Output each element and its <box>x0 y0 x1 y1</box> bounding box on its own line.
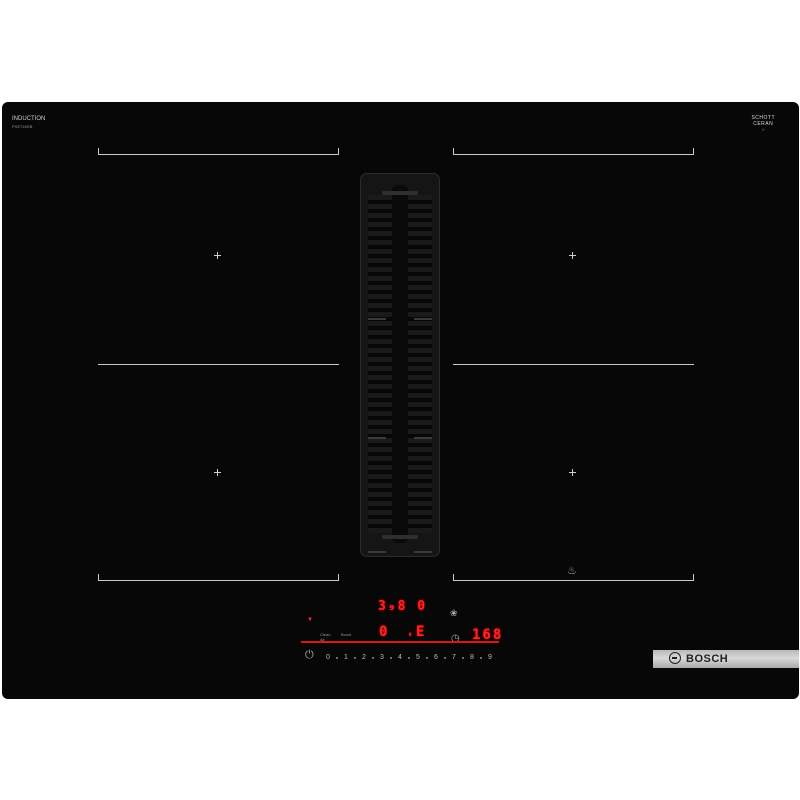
zone-right-top-tick-l <box>453 148 454 155</box>
scale-dot <box>426 657 428 659</box>
scale-dot <box>354 657 356 659</box>
indicator-triangle-icon: ▼ <box>307 617 313 623</box>
zone-right-bottom-tick-l <box>453 574 454 581</box>
brand-plate: BOSCH <box>653 650 799 668</box>
bosch-logo-icon <box>669 652 681 664</box>
zone-left-divider <box>98 364 339 365</box>
brand-name: BOSCH <box>686 653 729 665</box>
scale-dot <box>372 657 374 659</box>
cooktop-glass: INDUCTION PXE71KEB SCHOTT CERAN ® ♨ 3₉8 … <box>2 102 799 699</box>
power-level-4[interactable]: 4 <box>395 654 405 661</box>
vent-cap-bottom <box>382 535 418 539</box>
zone-left-top-tick-r <box>338 148 339 155</box>
vent-rail <box>414 437 432 439</box>
left-level-display: 0 <box>379 624 390 640</box>
model-text: PXE71KEB <box>12 124 33 129</box>
zone-left-bottom-tick-r <box>338 574 339 581</box>
scale-dot <box>408 657 410 659</box>
center-level-display: E <box>416 624 427 640</box>
zone-left-bottom-tick-l <box>98 574 99 581</box>
power-level-6[interactable]: 6 <box>431 654 441 661</box>
power-sub-display: ₉ <box>408 630 413 638</box>
schott-ceran-logo: SCHOTT CERAN ® <box>751 115 775 133</box>
zone-marker-rear-right[interactable] <box>569 469 576 476</box>
vent-rail <box>414 551 432 553</box>
scale-dot <box>336 657 338 659</box>
zone-right-top-tick-r <box>693 148 694 155</box>
vent-rail <box>368 551 386 553</box>
power-level-5[interactable]: 5 <box>413 654 423 661</box>
power-level-2[interactable]: 2 <box>359 654 369 661</box>
power-slider-track[interactable] <box>301 641 499 643</box>
zone-marker-front-right[interactable] <box>569 252 576 259</box>
scale-dot <box>480 657 482 659</box>
zone-right-top-edge <box>453 154 694 155</box>
power-icon[interactable]: ⏻ <box>305 649 314 662</box>
fan-icon[interactable]: ❀ <box>450 608 458 619</box>
zone-left-top-tick-l <box>98 148 99 155</box>
boost-label: Boost <box>341 632 352 637</box>
induction-text: INDUCTION <box>12 116 46 122</box>
vent-cap-top <box>382 191 418 195</box>
scale-dot <box>462 657 464 659</box>
zone-left-bottom-edge <box>98 580 339 581</box>
glass-logo-sub: ® <box>762 128 765 132</box>
downdraft-vent <box>360 173 440 557</box>
vent-rail <box>368 437 386 439</box>
zone-right-bottom-edge <box>453 580 694 581</box>
zone-right-bottom-tick-r <box>693 574 694 581</box>
pan-sensor-icon: ♨ <box>567 565 577 577</box>
scale-dot <box>444 657 446 659</box>
zone-right-divider <box>453 364 694 365</box>
power-level-8[interactable]: 8 <box>467 654 477 661</box>
power-level-9[interactable]: 9 <box>485 654 495 661</box>
top-readout: 3₉8 0 <box>378 599 428 614</box>
induction-label: INDUCTION PXE71KEB <box>12 115 45 131</box>
vent-center-bar <box>392 185 408 543</box>
zone-marker-rear-left[interactable] <box>214 469 221 476</box>
zone-left-top-edge <box>98 154 339 155</box>
power-level-7[interactable]: 7 <box>449 654 459 661</box>
power-level-1[interactable]: 1 <box>341 654 351 661</box>
vent-rail <box>368 318 386 320</box>
zone-marker-front-left[interactable] <box>214 252 221 259</box>
power-level-3[interactable]: 3 <box>377 654 387 661</box>
vent-rail <box>414 318 432 320</box>
scale-dot <box>390 657 392 659</box>
power-level-0[interactable]: 0 <box>323 654 333 661</box>
